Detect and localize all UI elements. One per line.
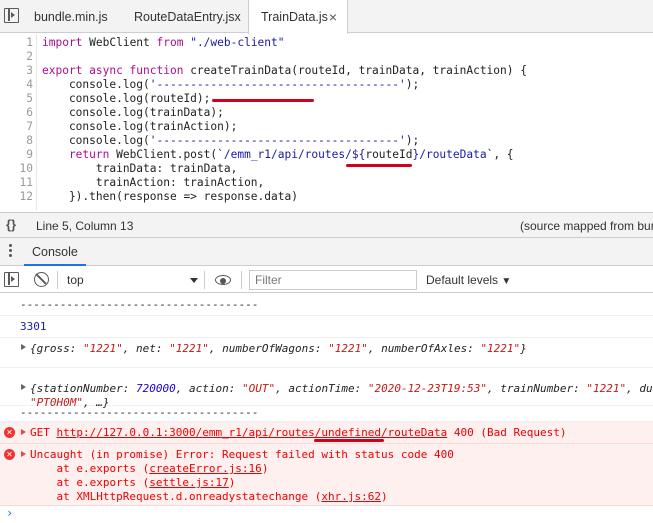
- drawer-header: Console: [0, 238, 653, 266]
- code-line-7: console.log(trainAction);: [42, 120, 238, 133]
- divider: [57, 271, 58, 289]
- editor-status-bar: {} Line 5, Column 13 (source mapped from…: [0, 212, 653, 238]
- code-line-9: return WebClient.post(`/emm_r1/api/route…: [42, 148, 514, 161]
- log-levels-dropdown[interactable]: Default levels ▼: [426, 273, 511, 287]
- line-number-gutter: 1 2 3 4 5 6 7 8 9 10 11 12: [0, 34, 37, 210]
- annotation-underline-routeid-log: [212, 99, 314, 102]
- line-number: 12: [19, 190, 33, 203]
- source-editor[interactable]: 1 2 3 4 5 6 7 8 9 10 11 12 import WebCli…: [0, 34, 653, 210]
- code-line-6: console.log(trainData);: [42, 106, 224, 119]
- code-line-5: console.log(routeId);: [42, 92, 211, 105]
- console-message-object[interactable]: {stationNumber: 720000, action: "OUT", a…: [0, 368, 653, 409]
- line-number: 10: [19, 162, 33, 175]
- line-number: 11: [19, 176, 33, 189]
- clear-console-icon[interactable]: [34, 272, 49, 287]
- live-expression-eye-icon[interactable]: [214, 272, 232, 288]
- tab-bundle-min-js[interactable]: bundle.min.js: [22, 0, 122, 33]
- console-output[interactable]: ------------------------------------ 330…: [0, 294, 653, 523]
- code-line-12: }).then(response => response.data): [42, 190, 298, 203]
- line-number: 9: [26, 148, 33, 161]
- code-line-1: import WebClient from "./web-client": [42, 36, 285, 49]
- console-message: ------------------------------------: [0, 294, 653, 316]
- console-message: 3301: [0, 316, 653, 338]
- expand-triangle-icon[interactable]: [21, 429, 26, 435]
- code-line-3: export async function createTrainData(ro…: [42, 64, 527, 77]
- code-line-4: console.log('---------------------------…: [42, 78, 420, 91]
- source-map-link[interactable]: (source mapped from bun: [520, 219, 653, 233]
- line-number: 7: [26, 120, 33, 133]
- filter-input[interactable]: [249, 270, 417, 290]
- line-number: 1: [26, 36, 33, 49]
- chevron-down-icon[interactable]: [190, 278, 198, 283]
- console-error-network[interactable]: ✕ GET http://127.0.0.1:3000/emm_r1/api/r…: [0, 422, 653, 444]
- tab-label: TrainData.js: [261, 10, 328, 24]
- expand-triangle-icon[interactable]: [21, 344, 26, 350]
- console-message: ------------------------------------: [0, 406, 653, 422]
- line-number: 2: [26, 50, 33, 63]
- tab-console[interactable]: Console: [24, 238, 86, 266]
- console-toolbar: top Default levels ▼: [0, 267, 653, 293]
- stack-link[interactable]: settle.js:17: [149, 476, 228, 489]
- line-number: 6: [26, 106, 33, 119]
- request-url-link[interactable]: http://127.0.0.1:3000/emm_r1/api/routes/…: [57, 426, 448, 439]
- annotation-underline-undefined: [314, 439, 384, 442]
- pretty-print-icon[interactable]: {}: [6, 217, 16, 232]
- tab-train-data-js[interactable]: TrainData.js ×: [248, 0, 348, 34]
- error-icon: ✕: [4, 427, 15, 438]
- context-selector[interactable]: top: [67, 273, 84, 287]
- console-message-object[interactable]: {gross: "1221", net: "1221", numberOfWag…: [0, 338, 653, 368]
- tab-route-data-entry-jsx[interactable]: RouteDataEntry.jsx: [122, 0, 244, 33]
- tab-label: RouteDataEntry.jsx: [134, 10, 241, 24]
- stack-link[interactable]: xhr.js:62: [321, 490, 381, 503]
- close-icon[interactable]: ×: [329, 0, 337, 34]
- more-options-icon[interactable]: [9, 244, 12, 260]
- divider: [204, 271, 205, 289]
- code-line-10: trainData: trainData,: [42, 162, 238, 175]
- code-line-11: trainAction: trainAction,: [42, 176, 265, 189]
- stack-link[interactable]: createError.js:16: [149, 462, 262, 475]
- line-number: 4: [26, 78, 33, 91]
- expand-triangle-icon[interactable]: [21, 384, 26, 390]
- divider: [241, 271, 242, 289]
- code-line-8: console.log('---------------------------…: [42, 134, 420, 147]
- tab-label: bundle.min.js: [34, 10, 108, 24]
- error-icon: ✕: [4, 449, 15, 460]
- annotation-underline-route-url: [346, 164, 412, 167]
- line-number: 8: [26, 134, 33, 147]
- editor-tab-bar: bundle.min.js RouteDataEntry.jsx TrainDa…: [0, 0, 653, 34]
- expand-triangle-icon[interactable]: [21, 451, 26, 457]
- console-prompt[interactable]: ›: [6, 506, 13, 520]
- line-number: 3: [26, 64, 33, 77]
- console-error-uncaught[interactable]: ✕ Uncaught (in promise) Error: Request f…: [0, 444, 653, 506]
- cursor-position: Line 5, Column 13: [36, 219, 134, 233]
- line-number: 5: [26, 92, 33, 105]
- show-sidebar-icon[interactable]: [4, 272, 19, 287]
- toggle-navigator-icon[interactable]: [4, 8, 19, 23]
